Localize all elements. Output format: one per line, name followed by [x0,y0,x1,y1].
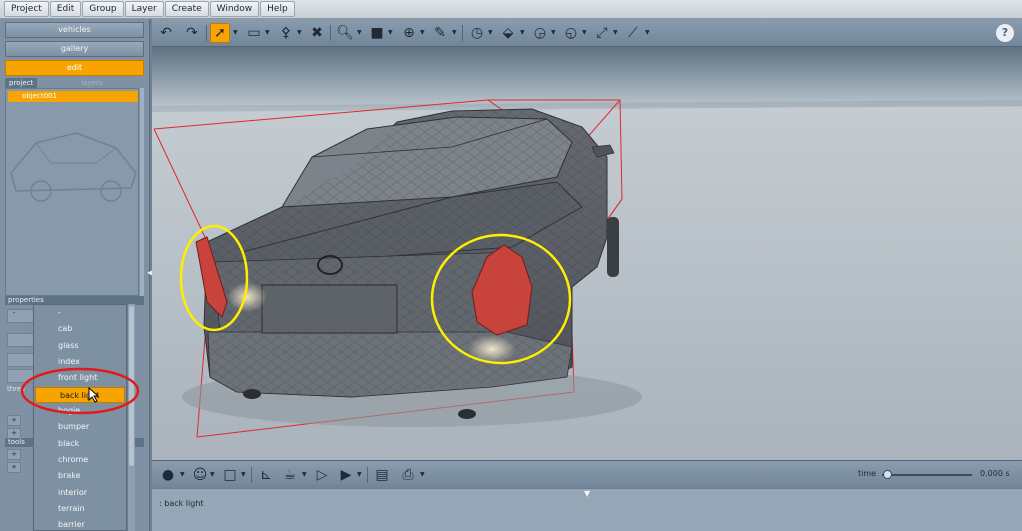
tab-project[interactable]: project [5,78,38,88]
render-settings-icon[interactable]: ▶ [336,465,356,485]
time-slider-track[interactable] [882,474,972,476]
mouse-cursor-icon [88,387,100,403]
head-icon[interactable]: ☺ [190,465,210,485]
dropdown-arrow-icon[interactable]: ▼ [488,29,493,36]
box-select-icon[interactable]: ▭ [244,23,264,43]
paint-icon[interactable]: ✎ [430,23,450,43]
zoom-icon[interactable]: 🔍︎ [335,23,355,43]
annotation-ring-red [20,367,140,415]
dropdown-item[interactable]: chrome [34,452,126,468]
dropdown-arrow-icon[interactable]: ▼ [302,471,307,478]
dropdown-item[interactable]: barrier [34,517,126,530]
project-tabs: project layers [5,78,144,88]
material-dropdown-list: - cab glass index front light back light… [33,304,127,531]
sphere-icon[interactable]: ● [158,465,178,485]
dropdown-item[interactable]: terrain [34,501,126,517]
dropdown-arrow-icon[interactable]: ▼ [551,29,556,36]
dropdown-arrow-icon[interactable]: ▼ [233,29,238,36]
dropdown-item[interactable]: interior [34,485,126,501]
dropdown-item[interactable]: glass [34,338,126,354]
vehicles-button[interactable]: vehicles [5,22,144,38]
document-icon[interactable]: ▤ [372,465,392,485]
toolbar-separator [251,467,252,483]
dropdown-arrow-icon[interactable]: ▼ [582,29,587,36]
dropdown-item[interactable]: bumper [34,419,126,435]
dropdown-arrow-icon[interactable]: ▼ [265,29,270,36]
redo-icon[interactable]: ↷ [182,23,202,43]
car-thumbnail-watermark [10,132,137,202]
status-panel: ▼ : back light [152,488,1022,531]
dropdown-arrow-icon[interactable]: ▼ [357,471,362,478]
dropdown-arrow-icon[interactable]: ▼ [388,29,393,36]
toolbar-separator [462,25,463,41]
dropdown-arrow-icon[interactable]: ▼ [613,29,618,36]
tab-layers[interactable]: layers [77,78,107,88]
dropdown-arrow-icon[interactable]: ▼ [645,29,650,36]
undo-icon[interactable]: ↶ [156,23,176,43]
menu-layer[interactable]: Layer [124,1,164,17]
measure-icon[interactable]: ⤢ [592,23,612,43]
delete-icon[interactable]: ✖ [307,23,327,43]
time-label: time [858,469,877,478]
dropdown-item[interactable]: - [34,305,126,321]
dropdown-arrow-icon[interactable]: ▼ [297,29,302,36]
toolbar-separator [367,467,368,483]
main-toolbar: ↶ ↷ ➚ ▼ ▭ ▼ ⚴ ▼ ✖ 🔍︎ ▼ ■ ▼ ⊕ ▼ ✎ ▼ ◷ ▼ ⬙… [152,19,1022,47]
edit-button[interactable]: edit [5,60,144,76]
prop-minus[interactable]: - [7,309,21,320]
expand-arrow-icon[interactable]: ▼ [584,489,590,498]
time-value: 0.000 s [980,469,1010,478]
dropdown-arrow-icon[interactable]: ▼ [520,29,525,36]
object-list-scrollbar[interactable] [140,88,144,296]
menu-bar: Project Edit Group Layer Create Window H… [0,0,1022,19]
gauge3-icon[interactable]: ◵ [561,23,581,43]
material-icon[interactable]: ■ [367,23,387,43]
scene-render [152,47,1022,460]
dropdown-item[interactable]: black [34,436,126,452]
select-arrow-icon[interactable]: ➚ [210,23,230,43]
gauge2-icon[interactable]: ◶ [530,23,550,43]
transform-icon[interactable]: ⚴ [276,23,296,43]
move-icon[interactable]: ⊕ [399,23,419,43]
prop-field[interactable] [7,333,34,347]
gauge1-icon[interactable]: ◷ [467,23,487,43]
gallery-button[interactable]: gallery [5,41,144,57]
dropdown-arrow-icon[interactable]: ▼ [357,29,362,36]
play-icon[interactable]: ▷ [312,465,332,485]
object-list[interactable]: object001 [5,88,139,296]
menu-create[interactable]: Create [164,1,209,17]
object-row[interactable]: object001 [8,91,138,102]
plus-button[interactable]: + [7,415,21,426]
status-text: : back light [159,499,204,508]
tape-icon[interactable]: ⟋ [623,23,643,43]
dropdown-arrow-icon[interactable]: ▼ [241,471,246,478]
dropdown-arrow-icon[interactable]: ▼ [452,29,457,36]
3d-viewport[interactable] [152,47,1022,460]
dropdown-arrow-icon[interactable]: ▼ [420,471,425,478]
tools-plus-button[interactable]: + [7,449,21,460]
teapot-icon[interactable]: ☕︎ [280,465,300,485]
axis-icon[interactable]: ⊾ [256,465,276,485]
menu-group[interactable]: Group [82,1,124,17]
frame-icon[interactable]: □ [220,465,240,485]
dropdown-arrow-icon[interactable]: ▼ [210,471,215,478]
help-button[interactable]: ? [996,24,1014,42]
menu-window[interactable]: Window [209,1,260,17]
toolbar-separator [330,25,331,41]
menu-project[interactable]: Project [4,1,49,17]
dropdown-arrow-icon[interactable]: ▼ [180,471,185,478]
menu-help[interactable]: Help [260,1,295,17]
toolbar-separator [206,25,207,41]
print-icon[interactable]: ⎙ [398,465,418,485]
menu-edit[interactable]: Edit [49,1,82,17]
time-slider-knob[interactable] [882,470,892,479]
dropdown-item[interactable]: brake [34,468,126,484]
viewport-toolbar: ● ▼ ☺ ▼ □ ▼ ⊾ ☕︎ ▼ ▷ ▶ ▼ ▤ ⎙ ▼ time 0.00… [152,460,1022,488]
tilt-icon[interactable]: ⬙ [498,23,518,43]
dropdown-item[interactable]: cab [34,321,126,337]
dropdown-arrow-icon[interactable]: ▼ [420,29,425,36]
tools-plus-button[interactable]: + [7,462,21,473]
dropdown-scrollbar[interactable] [127,304,135,531]
